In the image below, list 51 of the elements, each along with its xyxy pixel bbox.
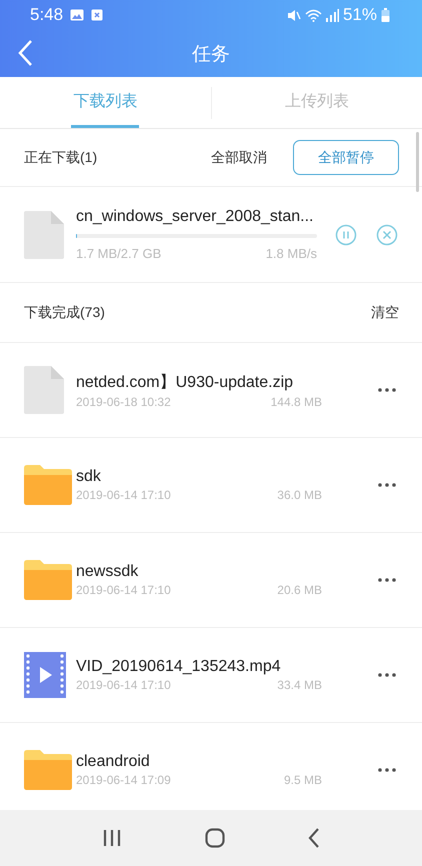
file-name: cleandroid <box>76 753 151 771</box>
file-size: 144.8 MB <box>270 394 322 408</box>
file-icon <box>24 210 64 258</box>
file-date: 2019-06-14 17:10 <box>76 488 171 502</box>
file-row[interactable]: VID_20190614_135243.mp4 2019-06-14 17:10 33.4 MB <box>0 628 422 723</box>
file-date: 2019-06-14 17:10 <box>76 583 171 597</box>
cancel-all-button[interactable]: 全部取消 <box>211 146 267 168</box>
back-icon <box>17 39 33 67</box>
file-size: 20.6 MB <box>277 583 322 597</box>
close-icon <box>91 9 104 21</box>
more-icon[interactable] <box>378 483 396 487</box>
file-icon <box>24 366 64 414</box>
battery-icon <box>381 8 390 22</box>
file-name: newssdk <box>76 563 140 581</box>
battery-percent: 51% <box>342 5 377 25</box>
section-title: 正在下载(1) <box>24 148 98 166</box>
recent-apps-icon[interactable] <box>102 829 122 847</box>
file-row[interactable]: netded.com】U930-update.zip 2019-06-18 10:32 144.8 MB <box>0 343 422 438</box>
file-date: 2019-06-18 10:32 <box>76 394 171 408</box>
signal-icon <box>326 8 339 22</box>
more-icon[interactable] <box>378 388 396 392</box>
video-file-icon <box>24 652 66 698</box>
mute-icon <box>286 8 301 22</box>
file-row[interactable]: sdk 2019-06-14 17:10 36.0 MB <box>0 438 422 533</box>
more-icon[interactable] <box>378 578 396 582</box>
file-name: sdk <box>76 468 102 486</box>
file-size: 33.4 MB <box>277 678 322 692</box>
back-icon[interactable] <box>308 828 320 848</box>
folder-icon <box>24 560 72 600</box>
file-name: VID_20190614_135243.mp4 <box>76 658 282 676</box>
scrollbar-thumb <box>416 132 419 192</box>
status-time: 5:48 <box>30 5 64 25</box>
more-icon[interactable] <box>378 768 396 772</box>
clear-button[interactable]: 清空 <box>371 302 399 324</box>
file-row[interactable]: newssdk 2019-06-14 17:10 20.6 MB <box>0 533 422 628</box>
more-icon[interactable] <box>378 673 396 677</box>
file-name: cn_windows_server_2008_stan... <box>76 208 314 226</box>
pause-all-button[interactable]: 全部暂停 <box>293 140 399 175</box>
file-size: 36.0 MB <box>277 488 322 502</box>
file-date: 2019-06-14 17:09 <box>76 773 171 787</box>
folder-icon <box>24 465 72 505</box>
download-speed: 1.8 MB/s <box>266 246 317 261</box>
folder-icon <box>24 750 72 790</box>
image-icon <box>70 9 84 21</box>
wifi-icon <box>304 8 322 22</box>
page-title: 任务 <box>192 42 230 66</box>
section-title: 下载完成(73) <box>24 304 105 322</box>
home-icon[interactable] <box>204 828 225 848</box>
file-name: netded.com】U930-update.zip <box>76 372 294 392</box>
file-date: 2019-06-14 17:10 <box>76 678 171 692</box>
file-size: 9.5 MB <box>284 773 322 787</box>
